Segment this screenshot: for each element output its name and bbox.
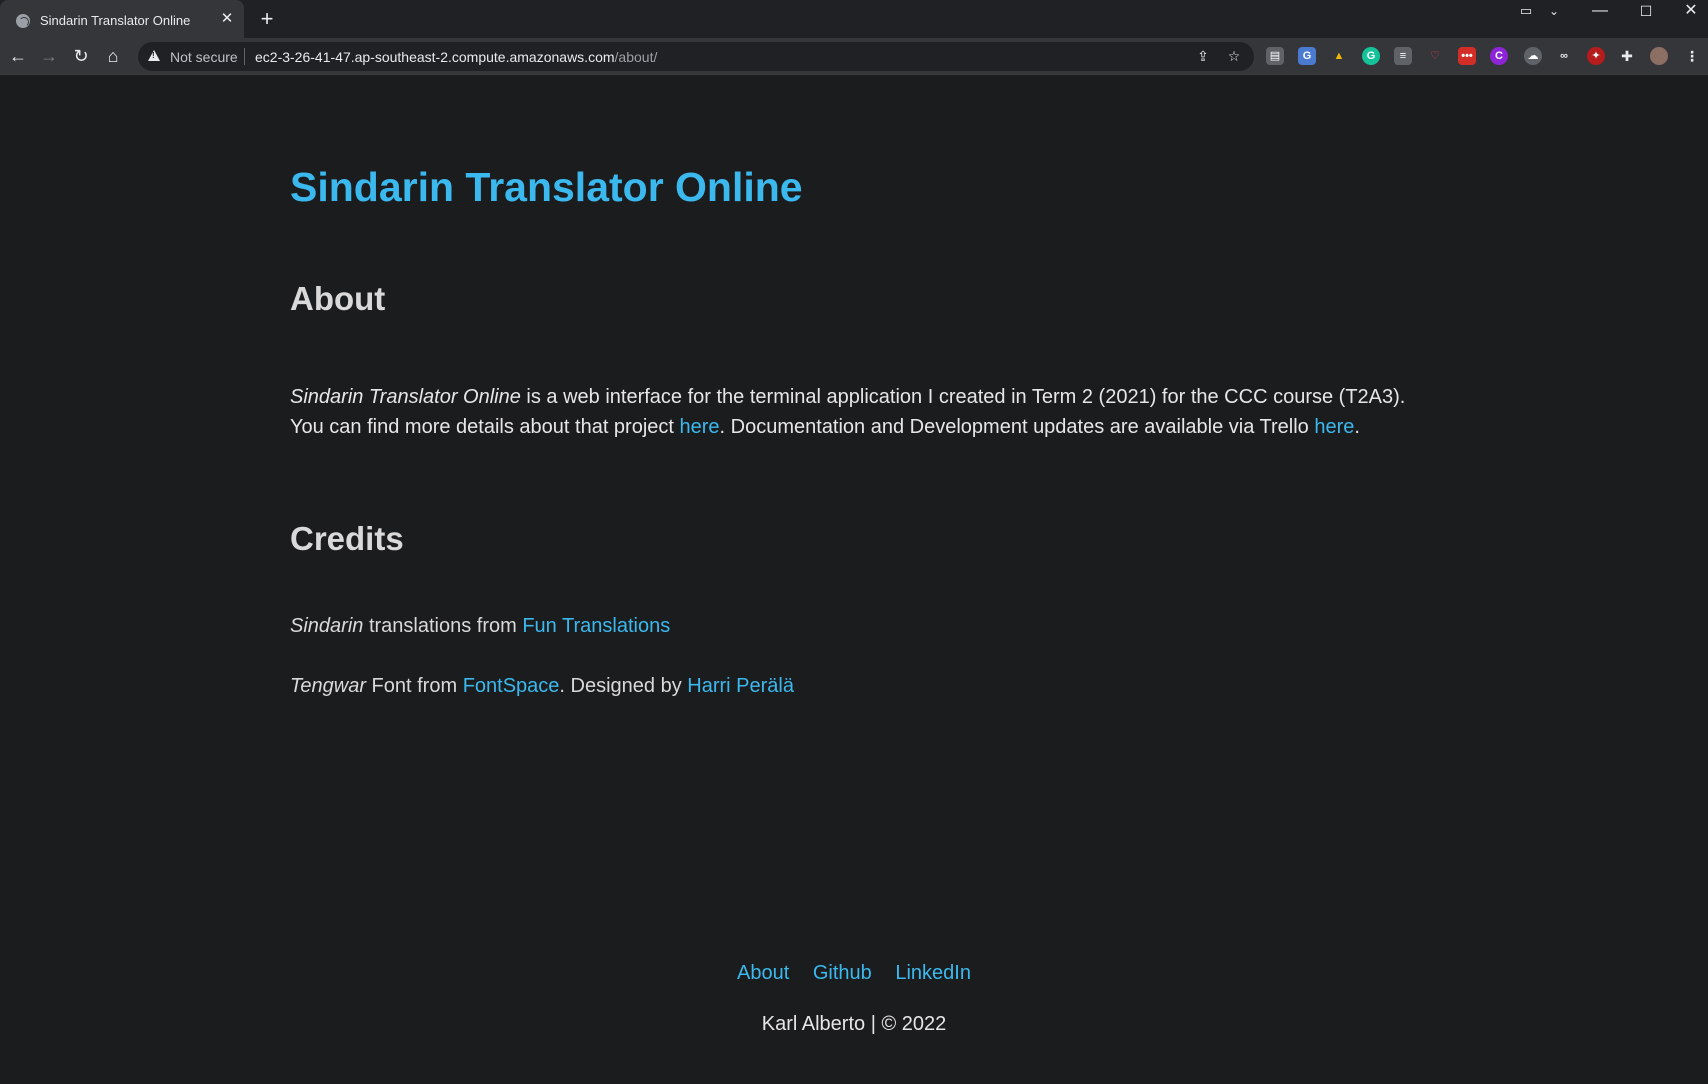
- about-paragraph: Sindarin Translator Online is a web inte…: [290, 382, 1420, 442]
- minimize-button[interactable]: —: [1588, 0, 1612, 22]
- fun-translations-link[interactable]: Fun Translations: [522, 615, 670, 637]
- close-window-button[interactable]: ✕: [1679, 0, 1703, 22]
- globe-icon: [16, 14, 30, 28]
- lastpass-icon[interactable]: •••: [1458, 47, 1476, 65]
- tab-list-chevron-icon[interactable]: ⌄: [1544, 0, 1564, 22]
- credits-heading: Credits: [290, 520, 404, 557]
- address-bar[interactable]: Not secure ec2-3-26-41-47.ap-southeast-2…: [138, 42, 1254, 71]
- notes-icon[interactable]: ≡: [1394, 47, 1412, 65]
- about-heading: About: [290, 280, 386, 317]
- weather-icon[interactable]: ☁: [1524, 47, 1542, 65]
- footer-nav: About Github LinkedIn: [0, 962, 1708, 985]
- share-icon[interactable]: ⇪: [1194, 47, 1212, 65]
- red-extension-icon[interactable]: ✦: [1587, 47, 1605, 65]
- home-button[interactable]: ⌂: [101, 44, 125, 68]
- translate-icon[interactable]: G: [1298, 47, 1316, 65]
- footer-link-about[interactable]: About: [737, 962, 789, 984]
- c-extension-icon[interactable]: C: [1490, 47, 1508, 65]
- browser-toolbar: ← → ↻ ⌂ Not secure ec2-3-26-41-47.ap-sou…: [0, 38, 1708, 75]
- credit-translations: Sindarin translations from Fun Translati…: [290, 613, 670, 639]
- security-label[interactable]: Not secure: [170, 49, 238, 65]
- fontspace-link[interactable]: FontSpace: [463, 675, 560, 697]
- about-text-2: . Documentation and Development updates …: [719, 416, 1315, 438]
- back-button[interactable]: ←: [6, 44, 30, 68]
- credit-text: translations from: [363, 615, 523, 637]
- tab-title: Sindarin Translator Online: [40, 13, 191, 28]
- credit-text: Font from: [365, 675, 463, 697]
- project-link[interactable]: here: [680, 416, 720, 438]
- menu-icon[interactable]: ⋮: [1683, 47, 1701, 65]
- footer-copyright: Karl Alberto | © 2022: [761, 1013, 947, 1035]
- about-text-3: .: [1354, 416, 1360, 438]
- maximize-button[interactable]: ☐: [1634, 0, 1658, 22]
- url-divider: [244, 48, 245, 65]
- reload-button[interactable]: ↻: [69, 44, 93, 68]
- footer-link-linkedin[interactable]: LinkedIn: [895, 962, 971, 984]
- browser-tab[interactable]: Sindarin Translator Online ✕: [0, 0, 244, 38]
- url-path: /about/: [614, 49, 658, 65]
- forward-button[interactable]: →: [37, 44, 61, 68]
- warning-icon[interactable]: [148, 50, 160, 61]
- extension-icon[interactable]: ▤: [1266, 47, 1284, 65]
- tab-strip: Sindarin Translator Online ✕ + ▭ ⌄ — ☐ ✕: [0, 0, 1708, 38]
- credit-font: Tengwar Font from FontSpace. Designed by…: [290, 673, 794, 699]
- avatar[interactable]: [1650, 47, 1668, 65]
- app-name: Sindarin Translator Online: [290, 386, 521, 408]
- trello-link[interactable]: here: [1314, 416, 1354, 438]
- footer-link-github[interactable]: Github: [813, 962, 872, 984]
- bookmark-star-icon[interactable]: ☆: [1225, 47, 1243, 65]
- url-host: ec2-3-26-41-47.ap-southeast-2.compute.am…: [255, 49, 615, 65]
- glasses-icon[interactable]: ∞: [1555, 47, 1573, 65]
- grammarly-icon[interactable]: G: [1362, 47, 1380, 65]
- pocket-icon[interactable]: ♡: [1426, 47, 1444, 65]
- designer-link[interactable]: Harri Perälä: [687, 675, 794, 697]
- close-tab-icon[interactable]: ✕: [218, 10, 236, 28]
- drive-icon[interactable]: ▲: [1330, 47, 1348, 65]
- site-title[interactable]: Sindarin Translator Online: [290, 164, 803, 211]
- credit-text-designed: . Designed by: [559, 675, 688, 697]
- tab-search-icon[interactable]: ▭: [1516, 0, 1536, 22]
- url-text[interactable]: ec2-3-26-41-47.ap-southeast-2.compute.am…: [255, 49, 657, 65]
- puzzle-icon[interactable]: ✚: [1618, 47, 1636, 65]
- credit-em-sindarin: Sindarin: [290, 615, 364, 637]
- new-tab-button[interactable]: +: [256, 8, 278, 30]
- credit-em-tengwar: Tengwar: [290, 675, 366, 697]
